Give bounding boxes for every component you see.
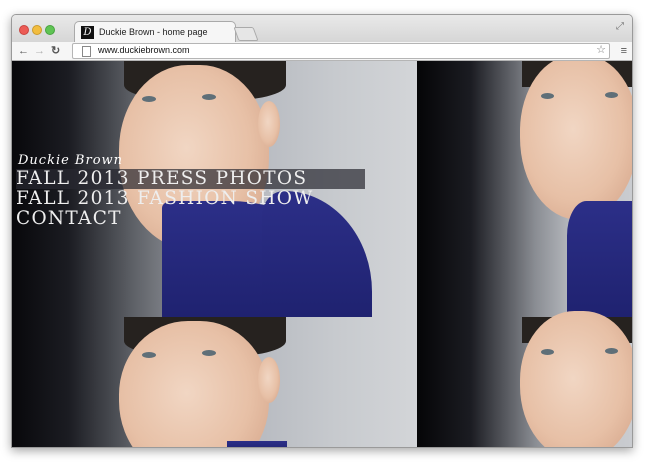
browser-window: D Duckie Brown - home page ⤢ ← → ↻ www.d… (11, 14, 633, 448)
nav-item-press-photos[interactable]: FALL 2013 PRESS PHOTOS (16, 169, 365, 189)
star-icon[interactable]: ☆ (596, 43, 606, 56)
browser-toolbar: ← → ↻ www.duckiebrown.com ☆ ≡ (12, 42, 632, 61)
page-icon (82, 46, 91, 57)
title-bar: D Duckie Brown - home page ⤢ (12, 15, 632, 44)
page-viewport: Duckie Brown FALL 2013 PRESS PHOTOS FALL… (12, 61, 632, 447)
model-photo-3 (12, 317, 417, 447)
site-logo[interactable]: Duckie Brown (18, 153, 123, 168)
site-nav-menu: FALL 2013 PRESS PHOTOS FALL 2013 FASHION… (16, 169, 365, 229)
close-button[interactable] (19, 25, 29, 35)
model-photo-4 (417, 311, 632, 447)
nav-item-fashion-show[interactable]: FALL 2013 FASHION SHOW (16, 189, 365, 209)
back-button[interactable]: ← (18, 43, 29, 59)
model-photo-2 (417, 61, 632, 317)
forward-button[interactable]: → (34, 43, 45, 59)
url-text[interactable]: www.duckiebrown.com (98, 45, 190, 55)
fullscreen-icon[interactable]: ⤢ (616, 21, 624, 32)
site-favicon-icon: D (81, 26, 94, 39)
hamburger-menu-icon[interactable]: ≡ (621, 43, 627, 59)
tab-title: Duckie Brown - home page (99, 27, 208, 37)
zoom-button[interactable] (45, 25, 55, 35)
nav-item-contact[interactable]: CONTACT (16, 209, 365, 229)
minimize-button[interactable] (32, 25, 42, 35)
reload-button[interactable]: ↻ (51, 43, 60, 59)
browser-tab[interactable]: D Duckie Brown - home page (74, 21, 236, 44)
address-bar[interactable]: www.duckiebrown.com ☆ (72, 43, 610, 59)
new-tab-button[interactable] (233, 27, 259, 41)
